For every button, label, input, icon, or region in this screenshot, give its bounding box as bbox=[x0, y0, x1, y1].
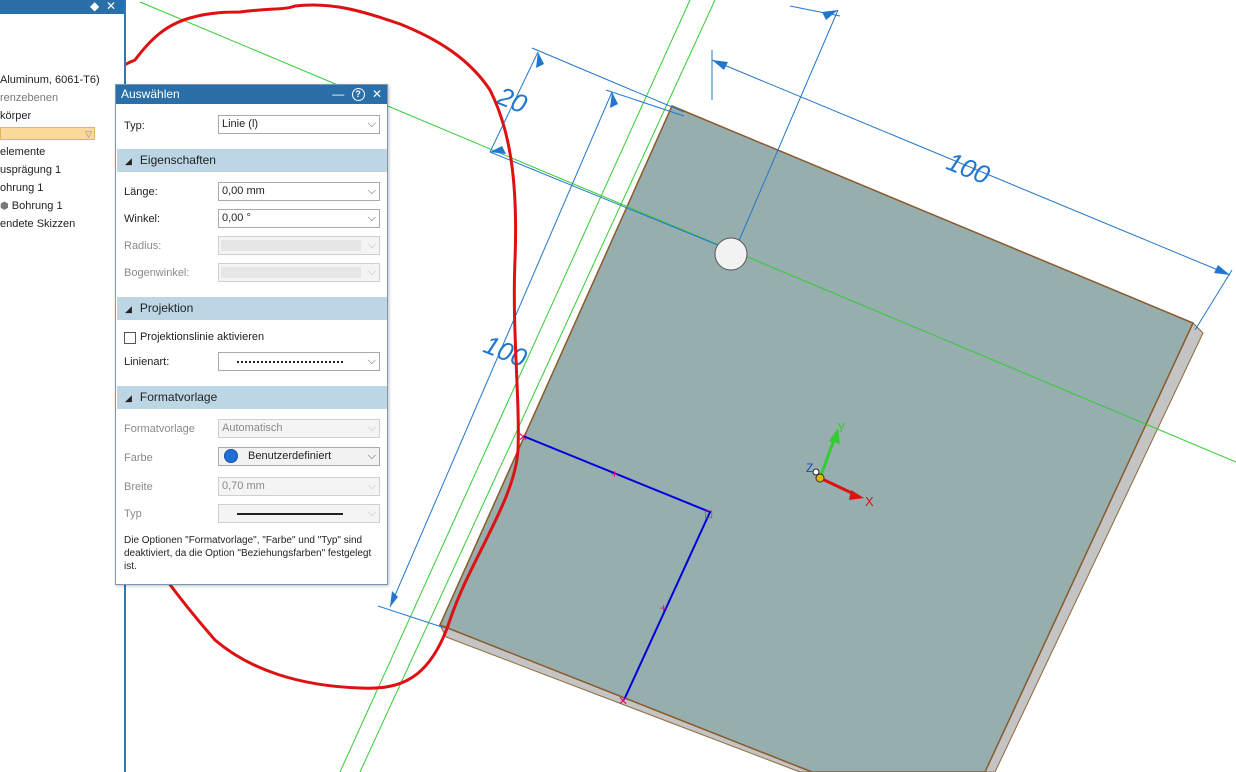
dimension-top-ext-2 bbox=[1194, 269, 1233, 331]
bogenwinkel-label: Bogenwinkel: bbox=[124, 267, 190, 279]
linienart-select[interactable]: ⌵ bbox=[218, 352, 380, 371]
tree-item-auspraegung[interactable]: usprägung 1 bbox=[0, 162, 61, 178]
collapse-triangle-icon: ◢ bbox=[125, 156, 132, 166]
chevron-down-icon: ⌵ bbox=[367, 239, 376, 251]
radius-label: Radius: bbox=[124, 240, 162, 252]
solid-line-preview bbox=[237, 513, 343, 515]
winkel-label: Winkel: bbox=[124, 213, 161, 225]
collapse-triangle-icon: ◢ bbox=[125, 393, 132, 403]
section-formatvorlage[interactable]: ◢ Formatvorlage bbox=[117, 386, 387, 409]
farbe-label: Farbe bbox=[124, 452, 153, 464]
close-icon[interactable]: ✕ bbox=[106, 0, 116, 13]
laenge-input[interactable]: 0,00 mm ⌵ bbox=[218, 182, 380, 201]
winkel-input[interactable]: 0,00 ° ⌵ bbox=[218, 209, 380, 228]
x-axis-label: X bbox=[865, 494, 874, 509]
sketch-midpoint-marker: + bbox=[660, 601, 667, 615]
typ2-label: Typ bbox=[124, 508, 142, 520]
dimension-top-text[interactable]: 100 bbox=[943, 146, 995, 190]
hole[interactable] bbox=[714, 237, 748, 271]
chevron-down-icon: ⌵ bbox=[367, 355, 376, 367]
typ-select[interactable]: Linie (l) ⌵ bbox=[218, 115, 380, 134]
color-swatch-icon bbox=[224, 449, 238, 464]
sketch-midpoint-marker: + bbox=[611, 467, 618, 481]
chevron-down-icon: ⌵ bbox=[367, 507, 376, 519]
tree-item-bohrung-group[interactable]: ohrung 1 bbox=[0, 180, 43, 196]
section-projektion[interactable]: ◢ Projektion bbox=[117, 297, 387, 320]
info-note: Die Optionen "Formatvorlage", "Farbe" un… bbox=[124, 535, 372, 572]
tree-item-bohrung[interactable]: ⬢ Bohrung 1 bbox=[0, 198, 63, 214]
sketch-endpoint-marker: ✕ bbox=[618, 694, 628, 708]
projektionslinie-checkbox[interactable] bbox=[124, 332, 136, 344]
close-icon[interactable]: ✕ bbox=[372, 87, 382, 101]
feature-tree-panel: ◆ ✕ Aluminum, 6061-T6) renzebenen körper… bbox=[0, 0, 126, 772]
tree-dropdown[interactable]: ▽ bbox=[0, 127, 95, 140]
chevron-down-icon: ⌵ bbox=[367, 480, 376, 492]
tree-titlebar: ◆ ✕ bbox=[0, 0, 124, 14]
tree-item-koerper[interactable]: körper bbox=[0, 108, 31, 124]
pin-icon[interactable]: ◆ bbox=[90, 0, 99, 13]
farbe-select[interactable]: Benutzerdefiniert ⌵ bbox=[218, 447, 380, 466]
section-eigenschaften[interactable]: ◢ Eigenschaften bbox=[117, 149, 387, 172]
typ-label: Typ: bbox=[124, 120, 145, 132]
tree-item-skizzen[interactable]: endete Skizzen bbox=[0, 216, 75, 232]
linienart-label: Linienart: bbox=[124, 356, 170, 368]
chevron-down-icon: ⌵ bbox=[367, 212, 376, 224]
breite-label: Breite bbox=[124, 481, 153, 493]
tree-item-bezugsebenen[interactable]: renzebenen bbox=[0, 90, 58, 106]
tree-item-material[interactable]: Aluminum, 6061-T6) bbox=[0, 72, 100, 88]
hole-feature-icon: ⬢ bbox=[0, 201, 9, 212]
formatvorlage-select: Automatisch ⌵ bbox=[218, 419, 380, 438]
collapse-triangle-icon: ◢ bbox=[125, 304, 132, 314]
z-axis-label: Z bbox=[806, 461, 813, 475]
chevron-down-icon: ⌵ bbox=[367, 422, 376, 434]
projektionslinie-label[interactable]: Projektionslinie aktivieren bbox=[140, 331, 264, 343]
dimension-arrow bbox=[712, 60, 728, 70]
dimension-arrow bbox=[1214, 265, 1230, 275]
z-axis-point bbox=[812, 468, 820, 476]
minimize-icon[interactable]: — bbox=[332, 87, 344, 101]
help-icon[interactable]: ? bbox=[351, 88, 365, 102]
tree-item-elemente[interactable]: elemente bbox=[0, 144, 45, 160]
chevron-down-icon: ⌵ bbox=[367, 450, 376, 462]
y-axis-label: Y bbox=[837, 420, 846, 435]
chevron-down-icon: ⌵ bbox=[367, 185, 376, 197]
chevron-down-icon: ⌵ bbox=[367, 118, 376, 130]
dimension-small-text[interactable]: 20 bbox=[492, 80, 531, 119]
breite-select: 0,70 mm ⌵ bbox=[218, 477, 380, 496]
dotted-line-preview bbox=[237, 361, 343, 363]
linetype-select: ⌵ bbox=[218, 504, 380, 523]
dimension-arrow bbox=[390, 591, 398, 607]
bogenwinkel-input: ⌵ bbox=[218, 263, 380, 282]
laenge-label: Länge: bbox=[124, 186, 158, 198]
panel-title: Auswählen bbox=[121, 87, 180, 101]
panel-titlebar: Auswählen — ? ✕ bbox=[116, 85, 387, 104]
radius-input: ⌵ bbox=[218, 236, 380, 255]
sketch-corner-marker: ◻ bbox=[704, 508, 713, 520]
chevron-down-icon: ⌵ bbox=[367, 266, 376, 278]
auswaehlen-panel: Auswählen — ? ✕ Typ: Linie (l) ⌵ ◢ Eigens… bbox=[115, 84, 388, 585]
chevron-down-icon: ▽ bbox=[85, 129, 92, 139]
formatvorlage-label: Formatvorlage bbox=[124, 423, 195, 435]
